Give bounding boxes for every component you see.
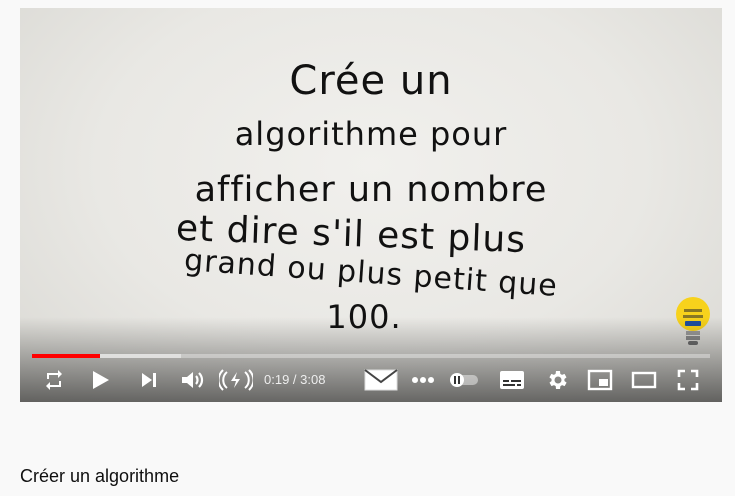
progress-bar[interactable] — [32, 354, 710, 358]
handwritten-line: afficher un nombre — [194, 170, 548, 210]
volume-icon[interactable] — [178, 362, 206, 398]
more-icon[interactable] — [410, 362, 436, 398]
loop-icon[interactable] — [40, 362, 68, 398]
video-title: Créer un algorithme — [20, 466, 180, 486]
play-icon[interactable] — [86, 362, 114, 398]
miniplayer-icon[interactable] — [586, 362, 614, 398]
fullscreen-icon[interactable] — [674, 362, 702, 398]
progress-played — [32, 354, 101, 358]
player-controls: 0:19 / 3:08 — [20, 362, 722, 398]
autoplay-toggle-icon[interactable] — [448, 362, 480, 398]
subscribe-envelope-icon[interactable] — [362, 362, 400, 398]
handwritten-line: algorithme pour — [234, 115, 508, 153]
video-player[interactable]: Crée un algorithme pour afficher un nomb… — [20, 8, 722, 402]
handwritten-line: Crée un — [289, 58, 453, 104]
time-separator: / — [289, 372, 301, 387]
time-display: 0:19 / 3:08 — [264, 362, 325, 398]
duration: 3:08 — [300, 372, 326, 387]
live-icon[interactable] — [218, 362, 254, 398]
subtitles-icon[interactable] — [498, 362, 526, 398]
current-time: 0:19 — [264, 372, 290, 387]
theater-mode-icon[interactable] — [630, 362, 658, 398]
settings-icon[interactable] — [544, 362, 570, 398]
next-icon[interactable] — [136, 362, 162, 398]
